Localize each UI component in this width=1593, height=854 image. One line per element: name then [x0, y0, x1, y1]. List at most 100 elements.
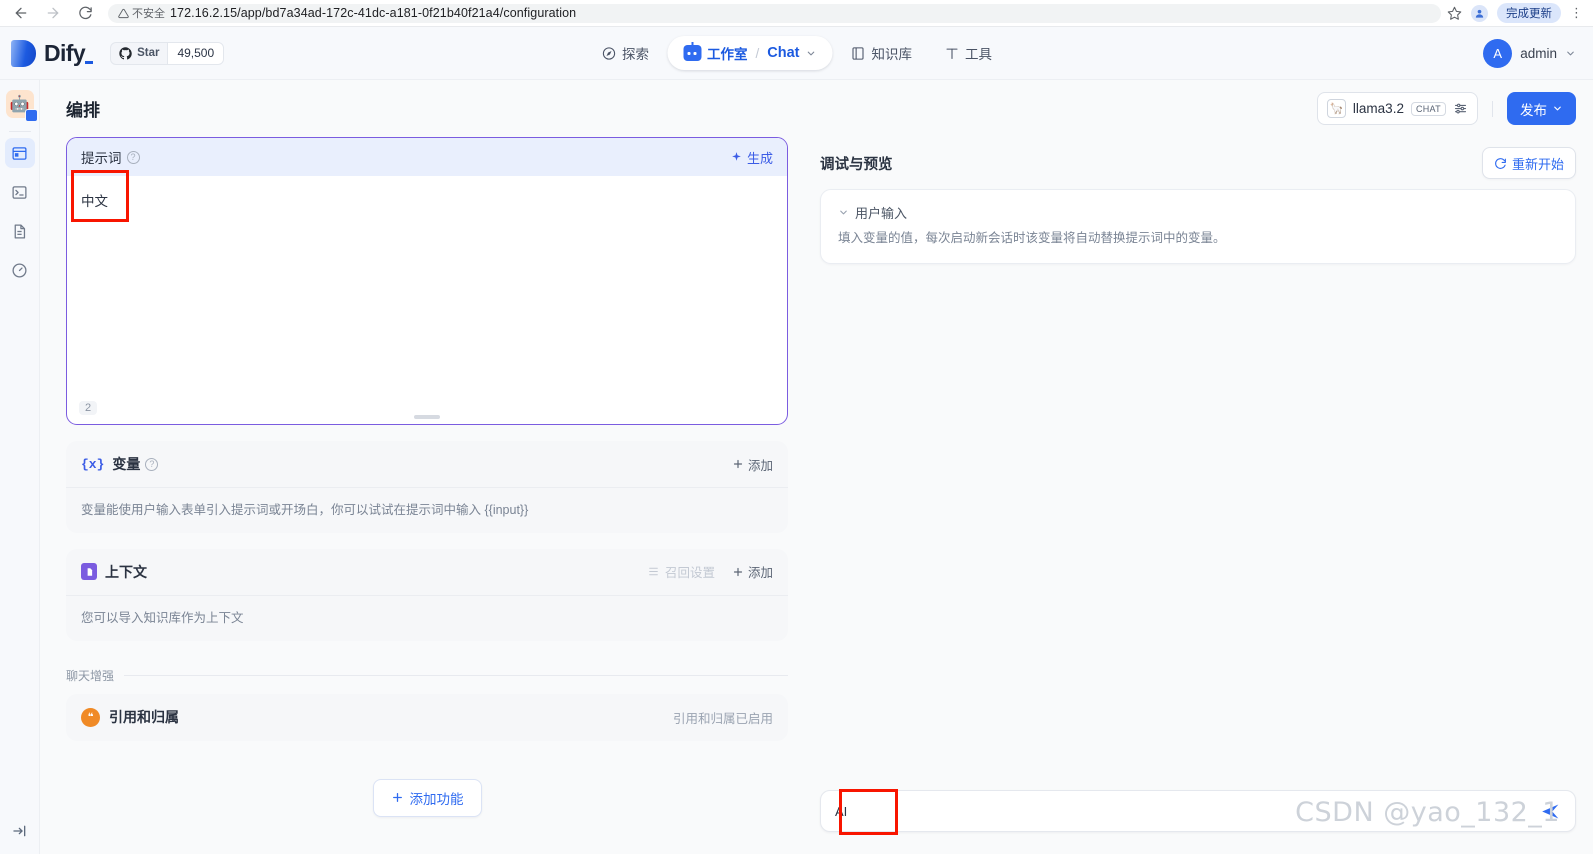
chat-input[interactable]: AI: [820, 790, 1576, 832]
github-star-count: 49,500: [167, 42, 224, 64]
breadcrumb-app-name: Chat: [767, 45, 800, 61]
context-header: 上下文 召回设置 添加: [66, 549, 788, 595]
app-sidebar: 🤖: [0, 80, 40, 854]
prompt-resize-handle[interactable]: [414, 415, 440, 419]
nav-item-knowledge[interactable]: 知识库: [837, 36, 927, 70]
user-menu[interactable]: A admin: [1483, 38, 1576, 68]
chat-input-value: AI: [835, 803, 848, 819]
plus-icon: [733, 459, 743, 469]
app-body: 🤖 编排 🦙 llama3.2 CHAT 发布 提示词 ? 生成 中文 2 {x…: [0, 80, 1593, 854]
send-icon[interactable]: [1540, 801, 1561, 822]
editor-columns: 提示词 ? 生成 中文 2 {x} 变量 ? 添加 变量能使用户输入表单引入提示…: [40, 137, 1593, 854]
sidebar-item-logs[interactable]: [5, 216, 35, 246]
prompt-char-count: 2: [79, 401, 98, 415]
user-input-header[interactable]: 用户输入: [838, 203, 1558, 222]
browser-forward-button[interactable]: [40, 0, 66, 26]
nav-label-tools: 工具: [965, 47, 992, 62]
add-context-button[interactable]: 添加: [732, 562, 773, 581]
recall-settings-button[interactable]: 召回设置: [647, 562, 715, 581]
sidebar-collapse-toggle[interactable]: [7, 818, 33, 844]
nav-label-studio: 工作室: [707, 47, 748, 62]
generate-prompt-button[interactable]: 生成: [730, 148, 773, 167]
person-icon: [1475, 9, 1484, 18]
dify-logo-mark: [11, 39, 36, 67]
add-feature-row: 添加功能: [66, 778, 788, 817]
info-icon[interactable]: ?: [126, 150, 140, 164]
variable-icon: {x}: [81, 456, 105, 472]
window-icon: [12, 146, 27, 160]
browser-reload-button[interactable]: [72, 0, 98, 26]
model-type-badge: CHAT: [1410, 101, 1446, 116]
chrome-profile-avatar[interactable]: [1471, 4, 1488, 22]
prompt-card-header: 提示词 ? 生成: [67, 138, 787, 176]
sliders-icon[interactable]: [1453, 101, 1468, 116]
browser-menu-icon[interactable]: ⋮: [1570, 6, 1583, 19]
sparkle-icon: [732, 151, 741, 161]
user-input-title: 用户输入: [855, 206, 908, 221]
settings-sliders-icon: [649, 567, 658, 576]
citation-icon: ❝: [81, 707, 100, 727]
terminal-icon: [12, 185, 27, 199]
citation-feature-row[interactable]: ❝ 引用和归属 引用和归属已启用: [66, 693, 788, 741]
user-input-description: 填入变量的值，每次启动新会话时该变量将自动替换提示词中的变量。: [838, 231, 1226, 245]
main-content: 编排 🦙 llama3.2 CHAT 发布 提示词 ? 生成 中文 2 {x} …: [40, 80, 1593, 854]
github-star-widget[interactable]: Star 49,500: [110, 41, 225, 65]
gauge-icon: [12, 262, 27, 278]
nav-item-studio[interactable]: 工作室 / Chat: [667, 36, 833, 70]
sidebar-item-monitoring[interactable]: [5, 255, 35, 285]
plus-icon: [392, 793, 402, 802]
add-feature-button[interactable]: 添加功能: [372, 778, 482, 817]
citation-status: 引用和归属已启用: [672, 711, 773, 726]
browser-back-button[interactable]: [8, 0, 34, 26]
chat-messages-area: [820, 264, 1576, 790]
nav-item-tools[interactable]: 工具: [930, 36, 1006, 70]
chevron-down-icon[interactable]: [1565, 48, 1576, 59]
info-icon[interactable]: ?: [145, 457, 159, 471]
sidebar-item-api[interactable]: [5, 177, 35, 207]
app-avatar[interactable]: 🤖: [5, 90, 38, 122]
sidebar-item-orchestrate[interactable]: [4, 138, 35, 168]
chevron-down-icon[interactable]: [838, 207, 849, 218]
warning-triangle-icon: [118, 8, 129, 18]
add-feature-label: 添加功能: [409, 791, 464, 807]
chat-enhance-divider: 聊天增强: [66, 667, 788, 684]
variables-header: {x} 变量 ? 添加: [66, 441, 788, 487]
context-description: 您可以导入知识库作为上下文: [66, 594, 788, 641]
nav-item-explore[interactable]: 探索: [587, 36, 663, 70]
refresh-icon: [1495, 157, 1506, 169]
variables-description: 变量能使用户输入表单引入提示词或开场白，你可以试试在提示词中输入 {{input…: [66, 487, 788, 533]
prompt-value: 中文: [81, 194, 108, 209]
divider-line: [124, 674, 788, 676]
bookmark-star-icon[interactable]: [1447, 6, 1462, 21]
prompt-editor[interactable]: 中文: [67, 176, 787, 424]
header-divider: [1492, 100, 1493, 117]
sidebar-divider: [8, 131, 31, 132]
prompt-title: 提示词: [81, 151, 122, 166]
context-card: 上下文 召回设置 添加 您可以导入知识库作为上下文: [66, 548, 788, 641]
prompt-card: 提示词 ? 生成 中文 2: [66, 137, 788, 425]
user-avatar: A: [1483, 38, 1513, 68]
restart-label: 重新开始: [1511, 156, 1564, 172]
dify-logo[interactable]: Dify: [11, 39, 94, 67]
site-security-indicator[interactable]: 不安全: [118, 5, 165, 21]
preview-header: 调试与预览 重新开始: [820, 137, 1576, 189]
chevron-down-icon: [1554, 106, 1561, 111]
main-navigation: 探索 工作室 / Chat 知识库 工具: [587, 36, 1006, 70]
update-button[interactable]: 完成更新: [1497, 3, 1561, 23]
model-name: llama3.2: [1352, 101, 1404, 116]
user-name-label: admin: [1520, 45, 1557, 61]
model-selector[interactable]: 🦙 llama3.2 CHAT: [1316, 92, 1478, 125]
chat-input-row: AI CSDN @yao_132_1: [820, 789, 1576, 854]
generate-label: 生成: [746, 150, 773, 166]
browser-address-bar[interactable]: 不安全 172.16.2.15/app/bd7a34ad-172c-41dc-a…: [108, 3, 1441, 23]
citation-title: 引用和归属: [109, 709, 179, 725]
restart-button[interactable]: 重新开始: [1481, 147, 1576, 179]
add-variable-button[interactable]: 添加: [732, 455, 773, 474]
chevron-down-icon[interactable]: [806, 48, 817, 59]
user-input-card: 用户输入 填入变量的值，每次启动新会话时该变量将自动替换提示词中的变量。: [820, 189, 1576, 264]
llama-icon: 🦙: [1326, 99, 1346, 118]
preview-title: 调试与预览: [820, 156, 893, 173]
nav-label-explore: 探索: [622, 47, 649, 62]
publish-button[interactable]: 发布: [1507, 92, 1576, 125]
browser-toolbar: 不安全 172.16.2.15/app/bd7a34ad-172c-41dc-a…: [0, 0, 1593, 27]
